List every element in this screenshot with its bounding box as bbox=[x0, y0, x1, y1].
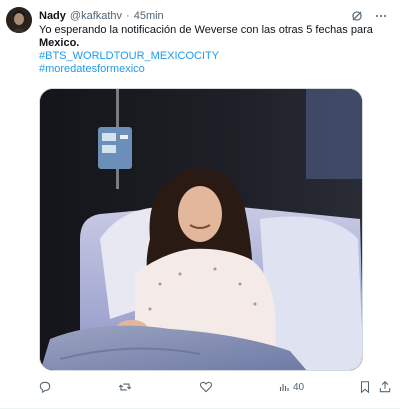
tweet-text: Yo esperando la notificación de Weverse … bbox=[39, 24, 382, 76]
author-name[interactable]: Nady bbox=[39, 10, 66, 22]
more-options-icon[interactable] bbox=[374, 9, 388, 23]
like-icon bbox=[199, 380, 213, 394]
views-button[interactable]: 40 bbox=[278, 381, 304, 393]
grok-icon[interactable] bbox=[350, 9, 364, 23]
tweet-photo[interactable] bbox=[39, 88, 363, 371]
separator-dot: · bbox=[126, 10, 130, 22]
tweet-text-line: Yo esperando la notificación de Weverse … bbox=[39, 24, 373, 36]
views-count: 40 bbox=[293, 381, 305, 393]
reply-button[interactable] bbox=[38, 380, 52, 394]
hashtag-moredates[interactable]: #moredatesformexico bbox=[39, 63, 382, 76]
views-icon bbox=[278, 381, 290, 393]
tweet-time[interactable]: 45min bbox=[134, 10, 164, 22]
reply-icon bbox=[38, 380, 52, 394]
tweet-text-bold: Mexico. bbox=[39, 37, 80, 49]
share-icon bbox=[378, 380, 392, 394]
bookmark-icon bbox=[358, 380, 372, 394]
tweet[interactable]: Nady @kafkathv · 45min Yo esperando la n… bbox=[0, 0, 400, 409]
retweet-icon bbox=[118, 380, 132, 394]
avatar[interactable] bbox=[6, 7, 32, 33]
author-handle[interactable]: @kafkathv bbox=[70, 10, 122, 22]
tweet-actions: 40 bbox=[38, 378, 391, 396]
share-button[interactable] bbox=[378, 380, 392, 394]
like-button[interactable] bbox=[199, 380, 213, 394]
hashtag-bts-worldtour[interactable]: #BTS_WORLDTOUR_MEXICOCITY bbox=[39, 50, 382, 63]
tweet-header: Nady @kafkathv · 45min bbox=[39, 8, 388, 24]
retweet-button[interactable] bbox=[118, 380, 132, 394]
bookmark-button[interactable] bbox=[358, 380, 372, 394]
